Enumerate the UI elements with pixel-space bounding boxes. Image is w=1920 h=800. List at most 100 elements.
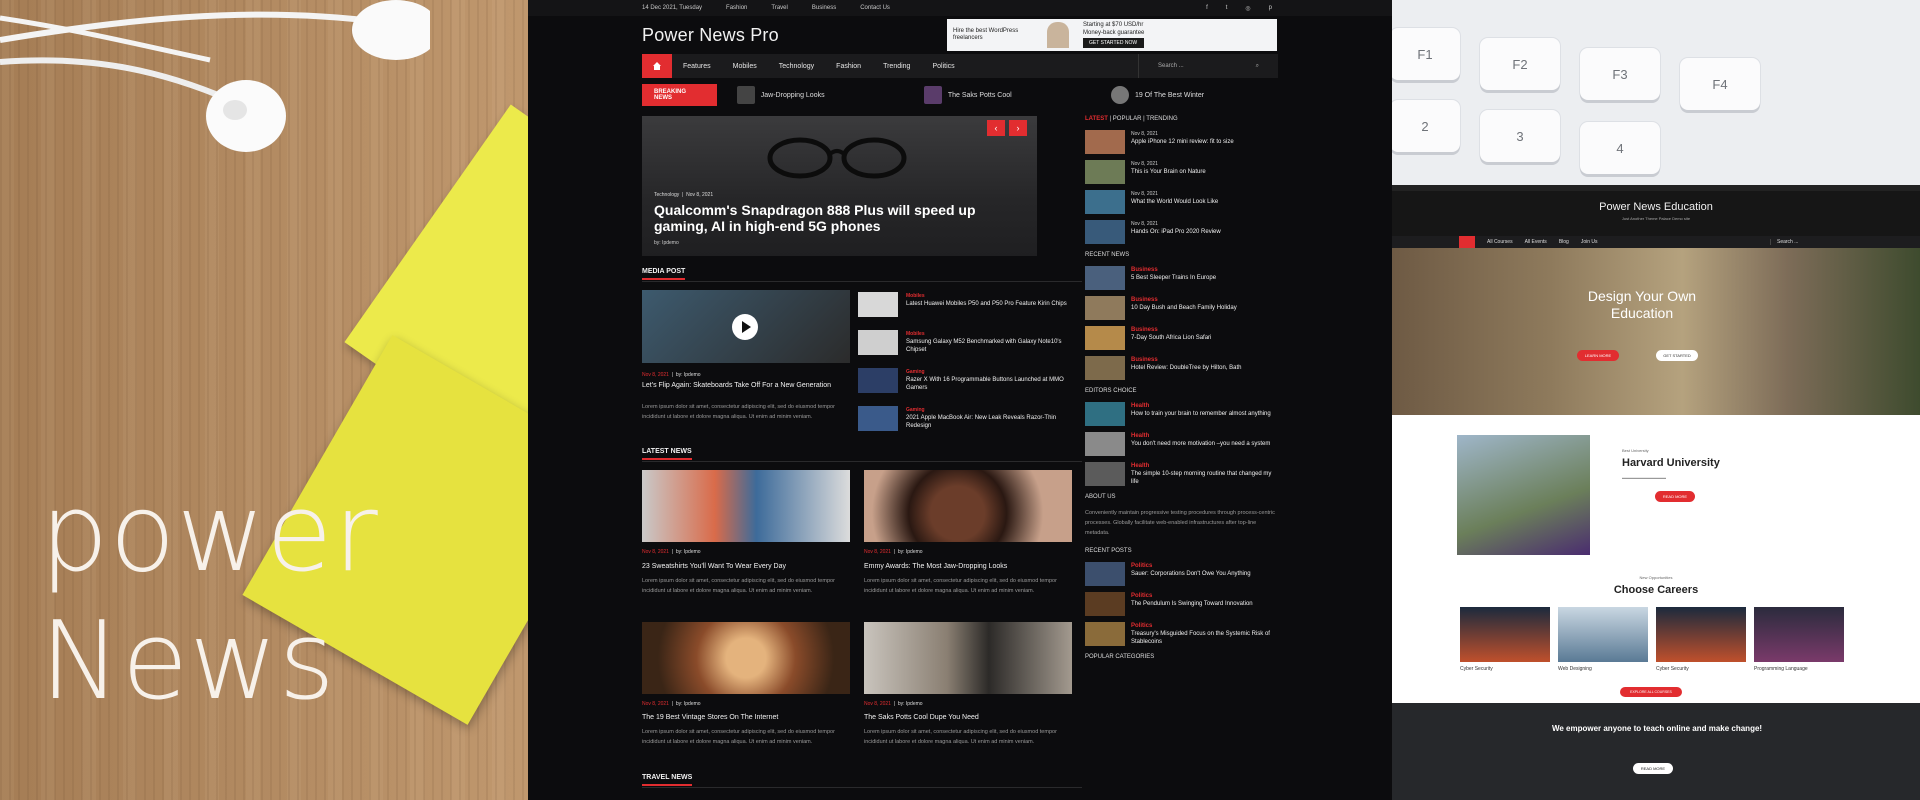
uni-title[interactable]: Harvard University <box>1622 457 1720 469</box>
news-image[interactable] <box>864 470 1072 542</box>
edu-nav-item[interactable]: All Courses <box>1487 239 1513 245</box>
twitter-icon[interactable]: t <box>1226 5 1228 12</box>
media-video-thumbnail[interactable] <box>642 290 850 363</box>
news-image[interactable] <box>642 470 850 542</box>
sidebar-post[interactable]: Health How to train your brain to remembe… <box>1085 402 1278 426</box>
edu-nav-item[interactable]: Blog <box>1559 239 1569 245</box>
tab-trending[interactable]: TRENDING <box>1146 116 1177 122</box>
post-title: What the World Would Look Like <box>1131 199 1219 205</box>
learn-more-button[interactable]: LEARN MORE <box>1577 350 1619 361</box>
nav-item-technology[interactable]: Technology <box>768 63 825 70</box>
top-link[interactable]: Travel <box>771 5 787 11</box>
play-icon[interactable] <box>732 314 758 340</box>
tab-popular[interactable]: POPULAR <box>1113 116 1142 122</box>
sidebar-post[interactable]: Business 5 Best Sleeper Trains In Europe <box>1085 266 1278 290</box>
slider-prev-icon[interactable]: ‹ <box>987 120 1005 136</box>
search-icon[interactable]: ⌕ <box>1245 63 1270 70</box>
post-category[interactable]: Health <box>1131 462 1278 470</box>
news-image[interactable] <box>864 622 1072 694</box>
sidebar-post[interactable]: Business 7-Day South Africa Lion Safari <box>1085 326 1278 350</box>
sidebar-post[interactable]: Politics The Pendulum Is Swinging Toward … <box>1085 592 1278 616</box>
nav-item-politics[interactable]: Politics <box>921 63 965 70</box>
edu-site-title[interactable]: Power News Education <box>1392 201 1920 213</box>
news-image[interactable] <box>642 622 850 694</box>
media-list-item[interactable]: Mobiles Samsung Galaxy M52 Benchmarked wi… <box>858 330 1083 360</box>
post-category[interactable]: Health <box>1131 432 1270 440</box>
instagram-icon[interactable]: ◎ <box>1245 5 1250 12</box>
career-card[interactable]: Cyber Security <box>1656 607 1746 672</box>
sidebar-post[interactable]: Nov 8, 2021 This is Your Brain on Nature <box>1085 160 1278 184</box>
sidebar-post[interactable]: Business Hotel Review: DoubleTree by Hilt… <box>1085 356 1278 380</box>
read-more-button[interactable]: READ MORE <box>1655 491 1695 502</box>
post-category[interactable]: Business <box>1131 326 1211 334</box>
recent-posts-heading: RECENT POSTS <box>1085 548 1132 554</box>
news-title[interactable]: 23 Sweatshirts You'll Want To Wear Every… <box>642 562 847 571</box>
home-icon[interactable] <box>1459 236 1475 248</box>
sidebar-post[interactable]: Health The simple 10-step morning routine… <box>1085 462 1278 486</box>
news-title[interactable]: Emmy Awards: The Most Jaw-Dropping Looks <box>864 562 1069 571</box>
post-category[interactable]: Mobiles <box>906 330 1083 338</box>
post-thumbnail <box>1085 432 1125 456</box>
home-icon[interactable] <box>642 54 672 78</box>
post-category[interactable]: Politics <box>1131 562 1251 570</box>
pinterest-icon[interactable]: p <box>1269 5 1272 12</box>
site-logo[interactable]: Power News Pro <box>642 25 779 46</box>
career-card[interactable]: Web Designing <box>1558 607 1648 672</box>
media-list-item[interactable]: Mobiles Latest Huawei Mobiles P50 and P50… <box>858 292 1083 322</box>
post-category[interactable]: Business <box>1131 356 1242 364</box>
top-link[interactable]: Business <box>812 5 836 11</box>
post-category[interactable]: Gaming <box>906 368 1083 376</box>
post-title: Latest Huawei Mobiles P50 and P50 Pro Fe… <box>906 301 1067 307</box>
sidebar-post[interactable]: Nov 8, 2021 Hands On: iPad Pro 2020 Revie… <box>1085 220 1278 244</box>
hero-title[interactable]: Qualcomm's Snapdragon 888 Plus will spee… <box>654 202 1014 234</box>
top-link[interactable]: Fashion <box>726 5 747 11</box>
tab-latest[interactable]: LATEST <box>1085 116 1108 122</box>
facebook-icon[interactable]: f <box>1206 5 1208 12</box>
header-ad-banner[interactable]: Hire the best WordPress freelancers Star… <box>947 19 1277 51</box>
post-category[interactable]: Mobiles <box>906 292 1067 300</box>
post-category[interactable]: Business <box>1131 296 1237 304</box>
post-category[interactable]: Health <box>1131 402 1271 410</box>
keyboard-key: 4 <box>1580 122 1660 174</box>
nav-item-fashion[interactable]: Fashion <box>825 63 872 70</box>
media-list-item[interactable]: Gaming 2021 Apple MacBook Air: New Leak R… <box>858 406 1083 436</box>
top-link[interactable]: Contact Us <box>860 5 890 11</box>
career-card[interactable]: Programming Language <box>1754 607 1844 672</box>
slider-next-icon[interactable]: › <box>1009 120 1027 136</box>
footer-read-more-button[interactable]: READ MORE <box>1633 763 1673 774</box>
ad-cta-button[interactable]: GET STARTED NOW <box>1083 38 1145 48</box>
news-title[interactable]: The 19 Best Vintage Stores On The Intern… <box>642 713 847 722</box>
sidebar-post[interactable]: Nov 8, 2021 What the World Would Look Lik… <box>1085 190 1278 214</box>
hero-category[interactable]: Technology <box>654 192 679 198</box>
ticker-item[interactable]: 19 Of The Best Winter <box>1110 86 1278 104</box>
sidebar-post[interactable]: Politics Treasury's Misguided Focus on th… <box>1085 622 1278 646</box>
edu-nav-item[interactable]: Join Us <box>1581 239 1598 245</box>
get-started-button[interactable]: GET STARTED <box>1656 350 1698 361</box>
sidebar-post[interactable]: Business 10 Day Bush and Beach Family Hol… <box>1085 296 1278 320</box>
popular-categories-heading: POPULAR CATEGORIES <box>1085 654 1155 660</box>
ticker-item[interactable]: The Saks Potts Cool <box>923 86 1091 104</box>
post-category[interactable]: Gaming <box>906 406 1083 414</box>
career-card[interactable]: Cyber Security <box>1460 607 1550 672</box>
news-excerpt: Lorem ipsum dolor sit amet, consectetur … <box>642 578 835 594</box>
ad-details: Starting at $70 USD/hr Money-back guaran… <box>1083 22 1145 48</box>
media-list-item[interactable]: Gaming Razer X With 16 Programmable Butto… <box>858 368 1083 398</box>
featured-slider[interactable]: ‹ › Technology | Nov 8, 2021 Qualcomm's … <box>642 116 1037 256</box>
post-category[interactable]: Politics <box>1131 622 1278 630</box>
nav-item-features[interactable]: Features <box>672 63 722 70</box>
edu-footer-title: We empower anyone to teach online and ma… <box>1551 724 1763 733</box>
news-title[interactable]: The Saks Potts Cool Dupe You Need <box>864 713 1069 722</box>
sidebar-post[interactable]: Politics Sauer: Corporations Don't Owe Yo… <box>1085 562 1278 586</box>
media-title[interactable]: Let's Flip Again: Skateboards Take Off F… <box>642 381 842 390</box>
sidebar-post[interactable]: Nov 8, 2021 Apple iPhone 12 mini review: … <box>1085 130 1278 154</box>
nav-item-trending[interactable]: Trending <box>872 63 921 70</box>
edu-search-input[interactable]: Search ... <box>1770 239 1850 245</box>
post-category[interactable]: Politics <box>1131 592 1253 600</box>
search-input[interactable]: Search ... ⌕ <box>1138 54 1278 78</box>
nav-item-mobiles[interactable]: Mobiles <box>722 63 768 70</box>
sidebar-post[interactable]: Health You don't need more motivation –yo… <box>1085 432 1278 456</box>
ticker-item[interactable]: Jaw-Dropping Looks <box>736 86 904 104</box>
explore-courses-button[interactable]: EXPLORE ALL COURSES <box>1620 687 1682 697</box>
post-category[interactable]: Business <box>1131 266 1216 274</box>
edu-nav-item[interactable]: All Events <box>1525 239 1547 245</box>
